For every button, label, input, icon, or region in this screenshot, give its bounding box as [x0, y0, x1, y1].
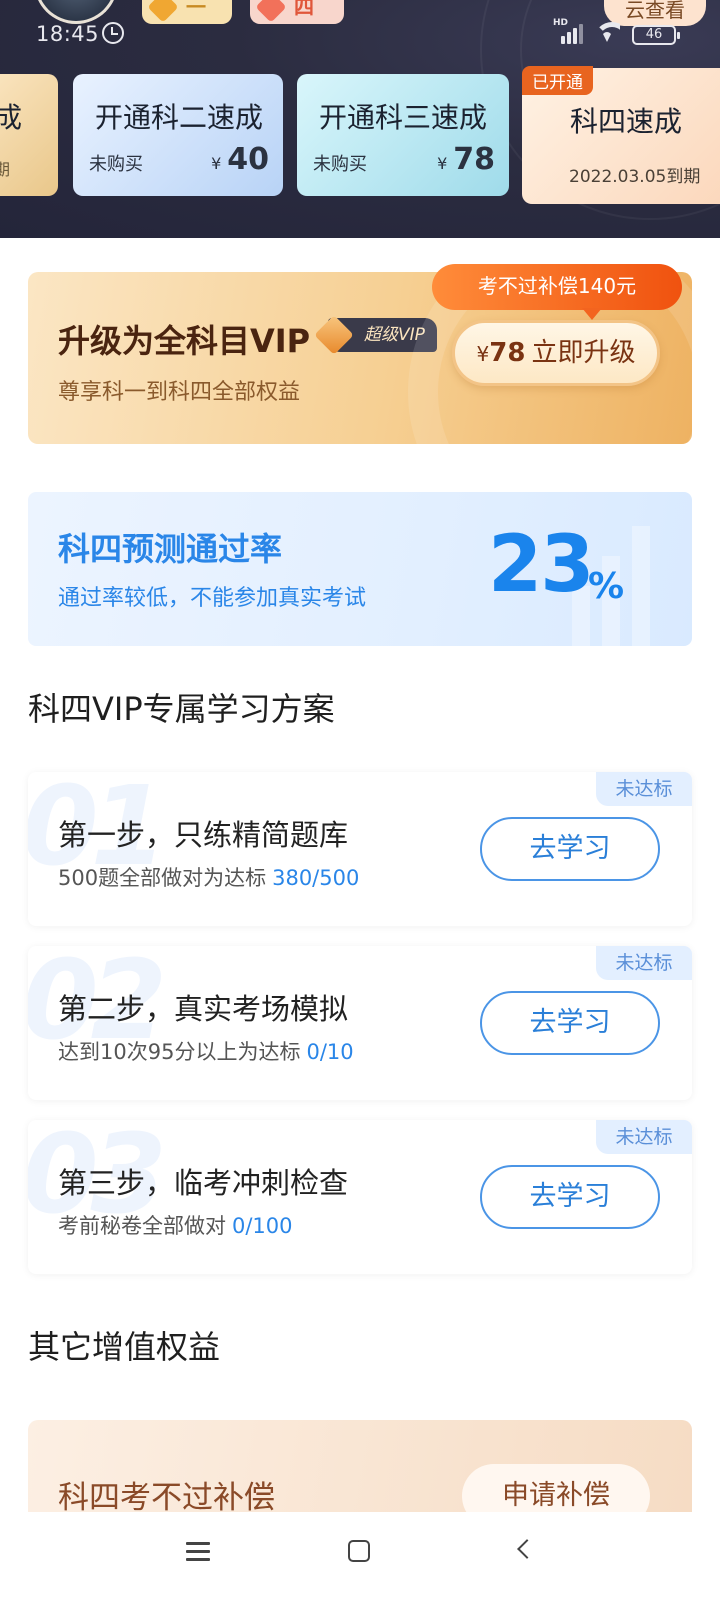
status-time: 18:45 [36, 22, 100, 46]
compensation-title: 科四考不过补偿 [58, 1480, 275, 1516]
signal-icon [555, 22, 585, 44]
menu-icon[interactable] [186, 1542, 210, 1562]
course-title: 开通科二速成 [95, 101, 264, 134]
step-description: 500题全部做对为达标 380/500 [58, 866, 360, 890]
subject-chip-label: 科四 [294, 0, 314, 19]
other-benefits-title: 其它增值权益 [28, 1328, 221, 1366]
step-status-tag: 未达标 [596, 946, 692, 980]
pass-rate-unit: % [588, 566, 625, 607]
step-progress: 0/10 [306, 1040, 354, 1064]
plan-section-title: 科四VIP专属学习方案 [28, 690, 335, 728]
course-price: ¥78 [437, 142, 495, 177]
vip-subtitle: 尊享科一到科四全部权益 [58, 380, 301, 405]
course-title: 科四速成 [570, 105, 683, 138]
home-icon[interactable] [348, 1540, 370, 1562]
avatar[interactable] [34, 0, 118, 24]
subject-chip-1[interactable]: 科一 [142, 0, 232, 24]
step-card-2: 02 第二步，真实考场模拟 达到10次95分以上为达标 0/10 未达标 去学习 [28, 946, 692, 1100]
study-button[interactable]: 去学习 [480, 991, 660, 1055]
step-card-1: 01 第一步，只练精简题库 500题全部做对为达标 380/500 未达标 去学习 [28, 772, 692, 926]
course-expiry: 2022.03.05到期 [569, 167, 701, 187]
step-description: 达到10次95分以上为达标 0/10 [58, 1040, 354, 1064]
compensation-bubble: 考不过补偿140元 [432, 264, 682, 320]
course-status: 未购买 [313, 154, 367, 175]
study-button[interactable]: 去学习 [480, 1165, 660, 1229]
subject-chip-label: 科一 [186, 0, 206, 19]
step-progress: 0/100 [232, 1214, 293, 1238]
diamond-icon [314, 315, 354, 355]
step-title: 第二步，真实考场模拟 [58, 992, 349, 1026]
course-status: 未购买 [89, 154, 143, 175]
course-price: ¥40 [211, 142, 269, 177]
step-progress: 380/500 [272, 866, 360, 890]
step-title: 第一步，只练精简题库 [58, 818, 349, 852]
pass-rate-card: 科四预测通过率 通过率较低，不能参加真实考试 23 % [28, 492, 692, 646]
course-expiry: 期 [0, 160, 11, 179]
compensation-card: 科四考不过补偿 申请补偿 [28, 1420, 692, 1520]
course-title: 开通科三速成 [319, 101, 488, 134]
course-title: 成 [0, 101, 23, 134]
super-vip-badge: 超级VIP [314, 315, 437, 355]
step-description: 考前秘卷全部做对 0/100 [58, 1214, 293, 1238]
pass-rate-value: 23 [488, 520, 595, 610]
step-card-3: 03 第三步，临考冲刺检查 考前秘卷全部做对 0/100 未达标 去学习 [28, 1120, 692, 1274]
opened-badge: 已开通 [522, 66, 593, 95]
system-nav-bar [0, 1512, 720, 1600]
diamond-icon [147, 0, 179, 23]
course-card-3[interactable]: 开通科三速成 未购买 ¥78 [297, 74, 509, 196]
vip-title: 升级为全科目VIP [58, 322, 311, 360]
step-status-tag: 未达标 [596, 1120, 692, 1154]
pass-rate-subtitle: 通过率较低，不能参加真实考试 [58, 586, 367, 611]
pass-rate-title: 科四预测通过率 [58, 530, 283, 568]
course-card-2[interactable]: 开通科二速成 未购买 ¥40 [73, 74, 283, 196]
course-card-1[interactable]: 成 期 [0, 74, 58, 196]
subject-chip-4[interactable]: 科四 [250, 0, 344, 24]
diamond-icon [255, 0, 287, 23]
back-icon[interactable] [517, 1539, 537, 1559]
upgrade-button[interactable]: ¥78 立即升级 [452, 320, 660, 386]
study-button[interactable]: 去学习 [480, 817, 660, 881]
battery-icon: 46 [632, 25, 680, 45]
step-status-tag: 未达标 [596, 772, 692, 806]
header-banner: 18:45 科一 科四 云查看 HD 46 成 期 开通科二速成 未购买 ¥40… [0, 0, 720, 238]
alarm-icon [102, 22, 124, 44]
step-title: 第三步，临考冲刺检查 [58, 1166, 349, 1200]
wifi-icon [594, 20, 620, 44]
